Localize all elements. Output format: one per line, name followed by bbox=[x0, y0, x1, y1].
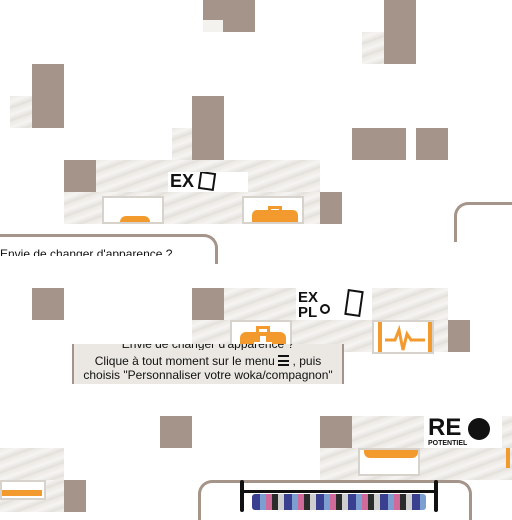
revele-mark-icon bbox=[468, 418, 490, 440]
heartbeat-tile-edge bbox=[506, 448, 510, 468]
wall-pillar bbox=[192, 288, 224, 320]
wall-pillar bbox=[384, 0, 416, 64]
wall-segment bbox=[362, 32, 384, 64]
tooltip-card: Envie de changer d'apparence ? Clique à … bbox=[72, 344, 344, 384]
wall-pillar bbox=[32, 64, 64, 128]
wall-pillar bbox=[32, 288, 64, 320]
wall-pillar bbox=[416, 128, 448, 160]
explore-logo: EX PL bbox=[296, 288, 372, 320]
revele-logo-subtext: POTENTIEL bbox=[428, 440, 468, 447]
hamburger-menu-icon bbox=[278, 355, 290, 366]
heartbeat-tile bbox=[372, 320, 434, 354]
tooltip-title: Envie de changer d'apparence ? bbox=[0, 247, 173, 256]
wall-pillar bbox=[64, 160, 96, 192]
wall-pillar bbox=[448, 320, 470, 352]
tooltip-title: Envie de changer d'apparence ? bbox=[74, 344, 342, 350]
revele-logo-text: RE bbox=[428, 416, 462, 441]
card-icon bbox=[344, 289, 364, 317]
medical-kit-icon bbox=[120, 216, 150, 222]
wall-pillar bbox=[64, 480, 86, 512]
compass-icon bbox=[320, 304, 330, 314]
wall-pillar bbox=[160, 416, 192, 448]
wall-pillar bbox=[352, 128, 384, 160]
explore-logo: EX bbox=[168, 172, 248, 192]
wall-pillar-top bbox=[203, 20, 223, 32]
wall-pillar bbox=[320, 192, 342, 224]
tooltip-line: choisis "Personnaliser votre woka/compag… bbox=[83, 368, 333, 382]
wall-pillar bbox=[192, 96, 224, 160]
wall-pillar bbox=[320, 416, 352, 448]
wall-pillar bbox=[384, 128, 406, 160]
info-card-partial bbox=[454, 202, 512, 242]
heartbeat-icon bbox=[385, 324, 425, 351]
medical-kit-tile bbox=[358, 448, 420, 476]
heartbeat-tile bbox=[242, 196, 304, 224]
tooltip-line: Clique à tout moment sur le menu , puis bbox=[94, 354, 322, 368]
wall-segment bbox=[10, 96, 32, 128]
medical-kit-tile bbox=[102, 196, 164, 224]
wall-segment bbox=[0, 448, 64, 480]
wall-segment bbox=[172, 128, 192, 160]
clothes-rack-icon[interactable] bbox=[240, 480, 438, 512]
medical-kit-tile bbox=[0, 480, 46, 500]
medical-kit-icon bbox=[252, 210, 298, 222]
medical-kit-icon bbox=[364, 450, 418, 458]
revele-logo: RE POTENTIEL bbox=[424, 416, 502, 448]
